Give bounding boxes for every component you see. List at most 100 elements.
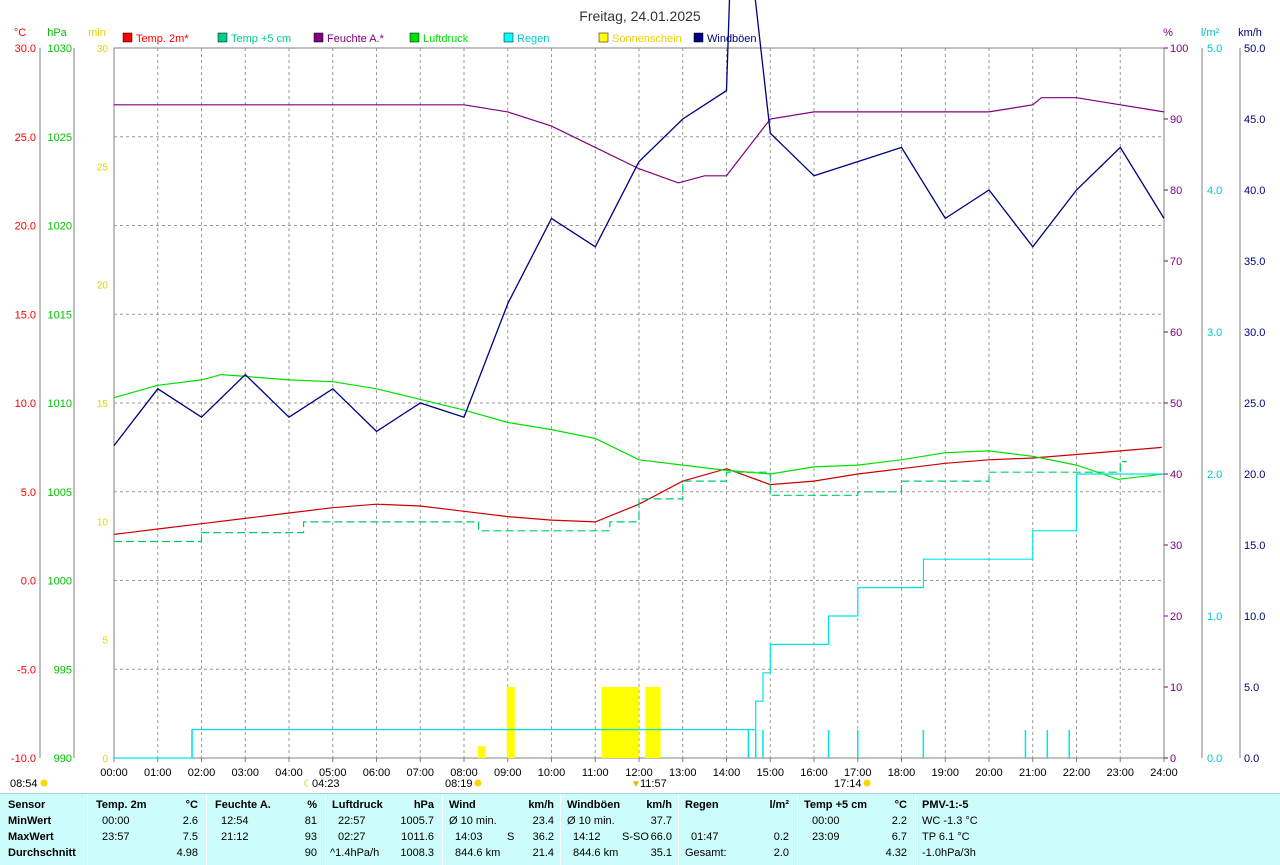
stats-temp2m-column: Temp. 2m °C 00:00 2.6 23:57 7.5 4.98 bbox=[87, 794, 206, 865]
stats-gusts-max-time: 14:12 bbox=[573, 831, 601, 843]
humidity-unit: % bbox=[1163, 27, 1173, 39]
pressure-tick-label: 1015 bbox=[48, 309, 72, 321]
stats-temp2m-min-value: 2.6 bbox=[182, 815, 198, 827]
stats-rain-max-time: 01:47 bbox=[691, 831, 719, 843]
time-tick-label: 22:00 bbox=[1063, 767, 1091, 779]
humidity-tick-label: 20 bbox=[1170, 611, 1182, 623]
stats-humidity-max-time: 21:12 bbox=[221, 831, 249, 843]
legend-swatch bbox=[217, 32, 228, 43]
rain-tick-label: 0.0 bbox=[1207, 753, 1222, 765]
rain-tick-label: 4.0 bbox=[1207, 185, 1222, 197]
stats-row-label-avg: Durchschnitt bbox=[8, 847, 76, 859]
stats-temp5cm-max-value: 6.7 bbox=[891, 831, 907, 843]
stats-rain-unit: l/m² bbox=[769, 799, 789, 811]
sun-unit: min bbox=[88, 27, 106, 39]
stats-pmv-header: PMV-1:-5 bbox=[922, 799, 969, 811]
stats-pressure-trend: ^1.4hPa/h bbox=[330, 847, 380, 859]
stats-temp5cm-header: Temp +5 cm bbox=[804, 799, 868, 811]
wind-unit: km/h bbox=[1238, 27, 1262, 39]
wind-tick-label: 40.0 bbox=[1244, 185, 1265, 197]
sunrise-label: 08:19 bbox=[445, 778, 473, 790]
temp-tick-label: 5.0 bbox=[21, 487, 36, 499]
stats-temp5cm-min-time: 00:00 bbox=[812, 815, 840, 827]
time-tick-label: 20:00 bbox=[975, 767, 1003, 779]
sun-tick-label: 5 bbox=[102, 636, 108, 647]
sunshine-bar bbox=[616, 687, 625, 758]
wind-tick-label: 50.0 bbox=[1244, 43, 1265, 55]
sun-tick-label: 20 bbox=[97, 281, 109, 292]
legend-swatch bbox=[409, 32, 420, 43]
stats-temp5cm-column: Temp +5 cm °C 00:00 2.2 23:09 6.7 4.32 bbox=[797, 794, 915, 865]
stats-wind-column: Wind km/h Ø 10 min. 23.4 14:03 S 36.2 844.6… bbox=[442, 794, 560, 865]
pressure-tick-label: 1020 bbox=[48, 221, 72, 233]
wind-tick-label: 35.0 bbox=[1244, 256, 1265, 268]
sun-tick-label: 30 bbox=[97, 44, 109, 55]
time-tick-label: 07:00 bbox=[406, 767, 434, 779]
legend-swatch bbox=[693, 32, 704, 43]
stats-pressure-min-value: 1005.7 bbox=[400, 815, 434, 827]
daylength-sun-icon bbox=[40, 779, 48, 787]
time-tick-label: 14:00 bbox=[713, 767, 741, 779]
time-tick-label: 18:00 bbox=[888, 767, 916, 779]
stats-temp5cm-unit: °C bbox=[894, 799, 907, 811]
temp-tick-label: 0.0 bbox=[21, 576, 36, 588]
stats-gusts-column: Windböen km/h Ø 10 min. 37.7 14:12 S-SO 66.… bbox=[560, 794, 678, 865]
rain-tick-label: 1.0 bbox=[1207, 611, 1222, 623]
temp-tick-label: -5.0 bbox=[17, 664, 36, 676]
legend-swatch bbox=[313, 32, 324, 43]
daylength-label: 08:54 bbox=[10, 778, 38, 790]
stats-rain-total-value: 2.0 bbox=[773, 847, 789, 859]
legend-swatch bbox=[598, 32, 609, 43]
temp-tick-label: 25.0 bbox=[15, 132, 36, 144]
time-tick-label: 19:00 bbox=[931, 767, 959, 779]
time-tick-label: 03:00 bbox=[231, 767, 259, 779]
stats-wind-distance: 844.6 km bbox=[455, 847, 501, 859]
wind-tick-label: 0.0 bbox=[1244, 753, 1259, 765]
stats-gusts-min-value: 37.7 bbox=[650, 815, 672, 827]
stats-humidity-unit: % bbox=[307, 799, 317, 811]
legend-swatch bbox=[122, 32, 133, 43]
legend-label: Temp +5 cm bbox=[231, 33, 291, 45]
sunset-label: 17:14 bbox=[834, 778, 862, 790]
temp-unit: °C bbox=[14, 27, 26, 39]
chart-title: Freitag, 24.01.2025 bbox=[579, 8, 701, 24]
time-tick-label: 23:00 bbox=[1106, 767, 1134, 779]
stats-humidity-column: Feuchte A. % 12:54 81 21:12 93 90 bbox=[206, 794, 325, 865]
stats-rain-max-value: 0.2 bbox=[773, 831, 789, 843]
stats-sensor-header: Sensor bbox=[8, 799, 46, 811]
stats-temp2m-avg-value: 4.98 bbox=[176, 847, 198, 859]
wind-tick-label: 20.0 bbox=[1244, 469, 1265, 481]
stats-temp2m-header: Temp. 2m bbox=[96, 799, 147, 811]
stats-wind-min-value: 23.4 bbox=[532, 815, 554, 827]
sun-marks: 08:54 04:23 ☾ 08:19 ▼ 11:57 17:14 bbox=[10, 778, 871, 790]
rain-tick-label: 3.0 bbox=[1207, 327, 1222, 339]
stats-temp2m-unit: °C bbox=[185, 799, 198, 811]
time-tick-label: 13:00 bbox=[669, 767, 697, 779]
pressure-tick-label: 1010 bbox=[48, 398, 72, 410]
temp-tick-label: 20.0 bbox=[15, 221, 36, 233]
sun-tick-label: 15 bbox=[97, 399, 109, 410]
rain-tick-label: 2.0 bbox=[1207, 469, 1222, 481]
stats-pressure-max-value: 1011.6 bbox=[401, 831, 434, 843]
stats-pressure-column: Luftdruck hPa 22:57 1005.7 02:27 1011.6 ^1… bbox=[325, 794, 442, 865]
stats-pmv-column: PMV-1:-5 WC -1.3 °C TP 6.1 °C -1.0hPa/3h bbox=[915, 794, 1036, 865]
stats-rain-total-label: Gesamt: bbox=[685, 847, 727, 859]
time-tick-label: 11:00 bbox=[582, 767, 609, 779]
stats-gusts-min-label: Ø 10 min. bbox=[567, 815, 615, 827]
statistics-table: Sensor MinWert MaxWert Durchschnitt Temp… bbox=[0, 793, 1280, 865]
time-tick-label: 10:00 bbox=[538, 767, 566, 779]
sunshine-bar bbox=[623, 687, 632, 758]
stats-temp5cm-min-value: 2.2 bbox=[891, 815, 907, 827]
time-tick-label: 04:00 bbox=[275, 767, 303, 779]
humidity-tick-label: 60 bbox=[1170, 327, 1182, 339]
wind-tick-label: 25.0 bbox=[1244, 398, 1265, 410]
time-tick-label: 00:00 bbox=[100, 767, 128, 779]
pressure-tick-label: 995 bbox=[54, 664, 72, 676]
stats-pressure-header: Luftdruck bbox=[332, 799, 383, 811]
stats-wind-max-time: 14:03 bbox=[455, 831, 483, 843]
stats-humidity-avg-value: 90 bbox=[304, 847, 317, 859]
legend-label: Windböen bbox=[707, 33, 757, 45]
time-tick-label: 02:00 bbox=[188, 767, 216, 779]
pressure-tick-label: 1000 bbox=[48, 576, 72, 588]
stats-row-label-max: MaxWert bbox=[8, 831, 54, 843]
